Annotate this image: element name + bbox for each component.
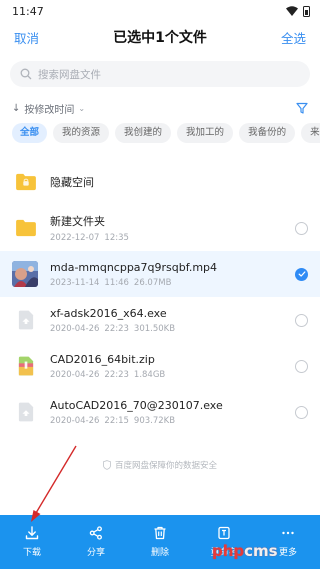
share-icon xyxy=(89,526,102,540)
file-name: mda-mmqncppa7q9rsqbf.mp4 xyxy=(50,260,218,274)
file-name: xf-adsk2016_x64.exe xyxy=(50,306,167,320)
lock-folder-icon xyxy=(14,170,38,194)
file-info: 2020-04-26 22:15 903.72KB xyxy=(50,416,295,426)
delete-icon xyxy=(154,526,166,540)
file-date: 2022-12-07 xyxy=(50,233,100,243)
sort-row: ↓ 按修改时间 ⌄ xyxy=(0,93,320,123)
search-placeholder: 搜索网盘文件 xyxy=(38,68,101,81)
sort-label: 按修改时间 xyxy=(24,104,75,116)
file-date: 2023-11-14 xyxy=(50,277,100,288)
exe-file-icon xyxy=(14,308,38,332)
download-label: 下载 xyxy=(22,548,41,558)
select-radio[interactable] xyxy=(295,221,308,235)
file-name: CAD2016_64bit.zip xyxy=(50,352,155,366)
delete-label: 删除 xyxy=(150,548,169,558)
exe-file-icon xyxy=(14,400,38,424)
file-time: 22:15 xyxy=(104,415,129,426)
wifi-icon xyxy=(286,6,298,16)
selection-header: 取消 已选中1个文件 全选 xyxy=(0,22,320,52)
select-radio[interactable] xyxy=(295,359,308,373)
file-info: 2023-11-14 11:46 26.07MB xyxy=(50,278,295,288)
notice-text: 百度网盘保障你的数据安全 xyxy=(114,461,217,471)
chip-from[interactable]: 来自 xyxy=(301,123,320,143)
chip-backed-up[interactable]: 我备份的 xyxy=(239,123,296,143)
file-meta: 隐藏空间 xyxy=(50,174,308,190)
category-chips: 全部 我的资源 我创建的 我加工的 我备份的 来自 xyxy=(0,123,320,145)
search-input[interactable]: 搜索网盘文件 xyxy=(10,61,310,87)
cancel-button[interactable]: 取消 xyxy=(14,28,39,47)
file-date: 2020-04-26 xyxy=(50,323,100,334)
file-name: 新建文件夹 xyxy=(50,215,105,228)
watermark-logo: phpcms xyxy=(212,542,278,560)
file-time: 22:23 xyxy=(104,369,129,380)
chip-processed[interactable]: 我加工的 xyxy=(177,123,234,143)
more-label: 更多 xyxy=(278,548,297,558)
file-info: 2022-12-07 12:35 xyxy=(50,233,295,243)
file-meta: CAD2016_64bit.zip 2020-04-26 22:23 1.84GB xyxy=(50,353,295,380)
status-time: 11:47 xyxy=(12,4,44,18)
file-date: 2020-04-26 xyxy=(50,415,100,426)
file-size: 1.84GB xyxy=(133,369,166,380)
list-item-hidden-space[interactable]: 隐藏空间 xyxy=(0,159,320,205)
file-size: 903.72KB xyxy=(133,415,176,426)
security-notice: 百度网盘保障你的数据安全 xyxy=(0,459,320,471)
select-all-button[interactable]: 全选 xyxy=(281,28,306,47)
rename-icon xyxy=(218,526,230,540)
list-item-exe[interactable]: AutoCAD2016_70@230107.exe 2020-04-26 22:1… xyxy=(0,389,320,435)
chevron-down-icon: ⌄ xyxy=(78,103,86,113)
sort-arrow-icon: ↓ xyxy=(12,102,21,114)
chip-created[interactable]: 我创建的 xyxy=(115,123,172,143)
select-radio-checked[interactable] xyxy=(295,267,308,281)
filter-icon xyxy=(296,102,308,114)
zip-file-icon xyxy=(14,354,38,378)
video-thumbnail xyxy=(12,261,38,287)
page-title: 已选中1个文件 xyxy=(113,30,207,46)
file-meta: mda-mmqncppa7q9rsqbf.mp4 2023-11-14 11:46… xyxy=(50,261,295,288)
file-size: 26.07MB xyxy=(133,277,172,288)
chip-my-resources[interactable]: 我的资源 xyxy=(53,123,110,143)
share-label: 分享 xyxy=(86,548,105,558)
sort-dropdown[interactable]: ↓ 按修改时间 ⌄ xyxy=(12,101,85,116)
status-icons xyxy=(286,5,310,17)
file-info: 2020-04-26 22:23 1.84GB xyxy=(50,370,295,380)
file-date: 2020-04-26 xyxy=(50,369,100,380)
select-radio[interactable] xyxy=(295,313,308,327)
list-item-video[interactable]: mda-mmqncppa7q9rsqbf.mp4 2023-11-14 11:46… xyxy=(0,251,320,297)
file-time: 11:46 xyxy=(104,277,129,288)
file-name: AutoCAD2016_70@230107.exe xyxy=(50,398,223,412)
filter-button[interactable] xyxy=(296,99,308,118)
file-meta: AutoCAD2016_70@230107.exe 2020-04-26 22:1… xyxy=(50,399,295,426)
download-icon xyxy=(25,526,39,540)
list-item-zip[interactable]: CAD2016_64bit.zip 2020-04-26 22:23 1.84GB xyxy=(0,343,320,389)
list-item-exe[interactable]: xf-adsk2016_x64.exe 2020-04-26 22:23 301.5… xyxy=(0,297,320,343)
file-time: 12:35 xyxy=(104,233,129,243)
search-icon xyxy=(20,68,32,80)
shield-icon xyxy=(102,460,111,470)
chip-all[interactable]: 全部 xyxy=(12,123,48,143)
file-meta: xf-adsk2016_x64.exe 2020-04-26 22:23 301.5… xyxy=(50,307,295,334)
check-icon xyxy=(298,271,305,277)
file-meta: 新建文件夹 2022-12-07 12:35 xyxy=(50,213,295,243)
file-info: 2020-04-26 22:23 301.50KB xyxy=(50,324,295,334)
file-name: 隐藏空间 xyxy=(50,176,94,189)
file-list: 隐藏空间 新建文件夹 2022-12-07 12:35 mda-mmqncppa7… xyxy=(0,159,320,435)
download-button[interactable]: 下载 xyxy=(0,515,64,569)
more-icon xyxy=(282,531,294,535)
battery-icon xyxy=(303,5,310,17)
file-size: 301.50KB xyxy=(133,323,176,334)
delete-button[interactable]: 删除 xyxy=(128,515,192,569)
select-radio[interactable] xyxy=(295,405,308,419)
share-button[interactable]: 分享 xyxy=(64,515,128,569)
folder-icon xyxy=(14,216,38,240)
list-item-folder[interactable]: 新建文件夹 2022-12-07 12:35 xyxy=(0,205,320,251)
status-bar: 11:47 xyxy=(0,0,320,22)
file-time: 22:23 xyxy=(104,323,129,334)
